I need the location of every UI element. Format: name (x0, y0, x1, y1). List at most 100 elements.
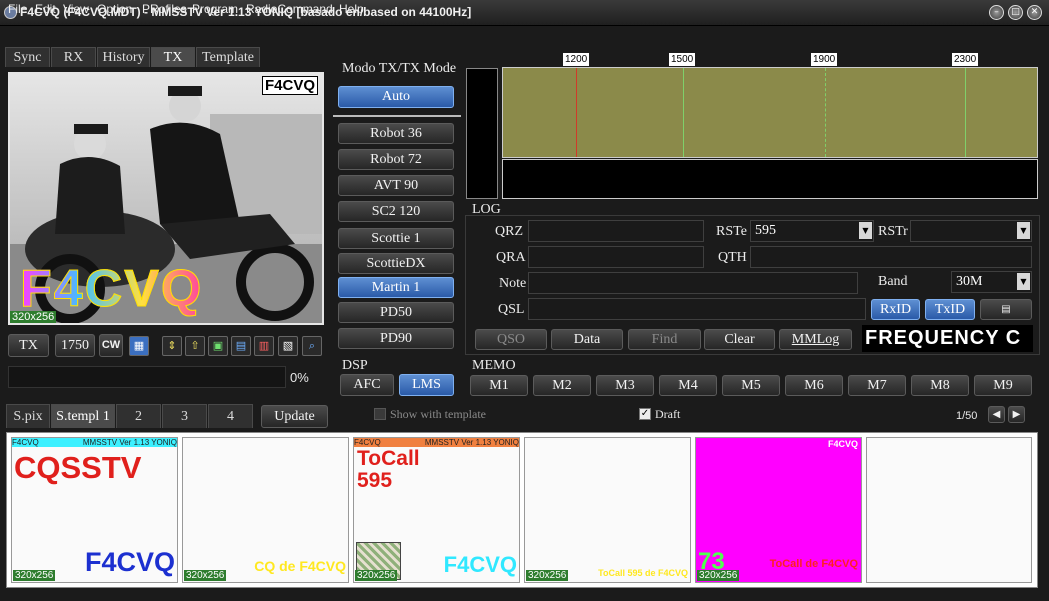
tab-sync[interactable]: Sync (5, 47, 50, 67)
next-page-icon[interactable]: ▶ (1008, 406, 1025, 423)
menu-profiles[interactable]: PRofiles (142, 2, 187, 16)
picture-icon[interactable]: ▣ (208, 336, 228, 356)
menu-radiocommand[interactable]: RadioCommand (246, 2, 333, 16)
mode-button-scottie-1[interactable]: Scottie 1 (338, 228, 454, 249)
menu-option[interactable]: Option (97, 2, 132, 16)
clipboard-icon[interactable]: ▧ (278, 336, 298, 356)
menu-program[interactable]: Program (192, 2, 238, 16)
zoom-icon[interactable]: ⌕ (302, 336, 322, 356)
close-icon[interactable]: ✕ (1027, 5, 1042, 20)
memo-button-m3[interactable]: M3 (596, 375, 654, 396)
qsl-field[interactable] (528, 298, 866, 320)
thumb1-head-left: F4CVQ (12, 438, 39, 447)
menu-file[interactable]: File (8, 2, 27, 16)
template-thumb-5[interactable]: F4CVQ 73 ToCall de F4CVQ 320x256 (695, 437, 862, 583)
mode-button-avt-90[interactable]: AVT 90 (338, 175, 454, 196)
txid-button[interactable]: TxID (925, 299, 975, 320)
tab-stempl-1[interactable]: S.templ 1 (51, 404, 115, 428)
template-thumb-1[interactable]: F4CVQ MMSSTV Ver 1.13 YONIQ CQSSTV F4CVQ … (11, 437, 178, 583)
show-template-checkbox[interactable] (374, 408, 386, 420)
waterfall-display[interactable] (502, 159, 1038, 199)
tab-stempl-3[interactable]: 3 (162, 404, 207, 428)
tab-stempl-4[interactable]: 4 (208, 404, 253, 428)
memo-button-m4[interactable]: M4 (659, 375, 717, 396)
mode-button-robot-72[interactable]: Robot 72 (338, 149, 454, 170)
thumb4-text: ToCall 595 de F4CVQ (598, 568, 688, 578)
tab-spix[interactable]: S.pix (6, 404, 50, 428)
mode-button-pd50[interactable]: PD50 (338, 302, 454, 323)
rstr-label: RSTr (878, 224, 908, 239)
memo-button-m7[interactable]: M7 (848, 375, 906, 396)
qrz-field[interactable] (528, 220, 704, 242)
flip-vertical-icon[interactable]: ⇕ (162, 336, 182, 356)
rstr-select[interactable]: ▼ (910, 220, 1032, 242)
thumb2-text: CQ de F4CVQ (254, 558, 346, 574)
lms-button[interactable]: LMS (399, 374, 454, 396)
memo-button-m6[interactable]: M6 (785, 375, 843, 396)
tx-button[interactable]: TX (8, 334, 49, 357)
mode-button-pd90[interactable]: PD90 (338, 328, 454, 349)
callsign-corner-label: F4CVQ (261, 76, 318, 95)
template-thumb-3[interactable]: F4CVQ MMSSTV Ver 1.13 YONIQ ToCall 595 F4… (353, 437, 520, 583)
mode-auto-button[interactable]: Auto (338, 86, 454, 108)
note-field[interactable] (528, 272, 858, 294)
tab-history[interactable]: History (97, 47, 150, 67)
template-thumb-2[interactable]: CQ de F4CVQ 320x256 (182, 437, 349, 583)
menu-edit[interactable]: Edit (35, 2, 56, 16)
thumb2-size: 320x256 (184, 570, 227, 581)
data-button[interactable]: Data (551, 329, 623, 350)
template-thumb-6[interactable] (866, 437, 1032, 583)
minimize-icon[interactable]: – (989, 5, 1004, 20)
abc-icon-button[interactable]: ▤ (980, 299, 1032, 320)
afc-button[interactable]: AFC (340, 374, 394, 396)
memo-button-m8[interactable]: M8 (911, 375, 969, 396)
find-button[interactable]: Find (628, 329, 701, 350)
tick-1900: 1900 (811, 53, 838, 66)
band-select[interactable]: 30M ▼ (951, 271, 1032, 293)
memo-button-m9[interactable]: M9 (974, 375, 1032, 396)
abc-text-icon[interactable]: ▦ (129, 336, 149, 356)
qrz-label: QRZ (495, 224, 523, 239)
thumb4-size: 320x256 (526, 570, 569, 581)
maximize-icon[interactable]: □ (1008, 5, 1023, 20)
tab-template[interactable]: Template (196, 47, 260, 67)
tab-rx[interactable]: RX (51, 47, 96, 67)
color-bars-icon[interactable]: ▥ (254, 336, 274, 356)
tab-stempl-2[interactable]: 2 (116, 404, 161, 428)
menu-help[interactable]: Help (339, 2, 364, 16)
mode-button-sc2-120[interactable]: SC2 120 (338, 201, 454, 222)
upload-icon[interactable]: ⇧ (185, 336, 205, 356)
prev-page-icon[interactable]: ◀ (988, 406, 1005, 423)
draft-label: Draft (655, 407, 681, 421)
memo-button-m1[interactable]: M1 (470, 375, 528, 396)
qth-field[interactable] (750, 246, 1032, 268)
tab-tx[interactable]: TX (151, 47, 195, 67)
template-thumb-4[interactable]: ToCall 595 de F4CVQ 320x256 (524, 437, 691, 583)
menu-view[interactable]: View (63, 2, 89, 16)
mode-button-martin-1[interactable]: Martin 1 (338, 277, 454, 298)
frequency-display: FREQUENCY C (862, 325, 1033, 352)
rxid-button[interactable]: RxID (871, 299, 920, 320)
qso-button[interactable]: QSO (475, 329, 547, 350)
mode-header: Modo TX/TX Mode (342, 61, 457, 76)
clear-button[interactable]: Clear (704, 329, 775, 350)
thumb3-tocall: ToCall (357, 447, 420, 470)
cw-button[interactable]: CW (99, 334, 123, 357)
memo-button-m2[interactable]: M2 (533, 375, 591, 396)
qra-label: QRA (496, 250, 526, 265)
draft-checkbox[interactable]: ✓ (639, 408, 651, 420)
qra-field[interactable] (528, 246, 704, 268)
tone-freq-button[interactable]: 1750 (55, 334, 95, 357)
callsign-big-overlay: F4CVQ (19, 260, 204, 319)
spectrum-display[interactable] (502, 67, 1038, 158)
rste-select[interactable]: 595 ▼ (750, 220, 874, 242)
mode-button-robot-36[interactable]: Robot 36 (338, 123, 454, 144)
mode-button-scottiedx[interactable]: ScottieDX (338, 253, 454, 274)
tx-image[interactable]: F4CVQ F4CVQ 320x256 (8, 72, 324, 325)
mmlog-button[interactable]: MMLog (779, 329, 852, 350)
memo-button-m5[interactable]: M5 (722, 375, 780, 396)
update-button[interactable]: Update (261, 405, 328, 428)
template-icon[interactable]: ▤ (231, 336, 251, 356)
thumb5-corner: F4CVQ (827, 439, 858, 449)
band-label: Band (878, 274, 908, 289)
